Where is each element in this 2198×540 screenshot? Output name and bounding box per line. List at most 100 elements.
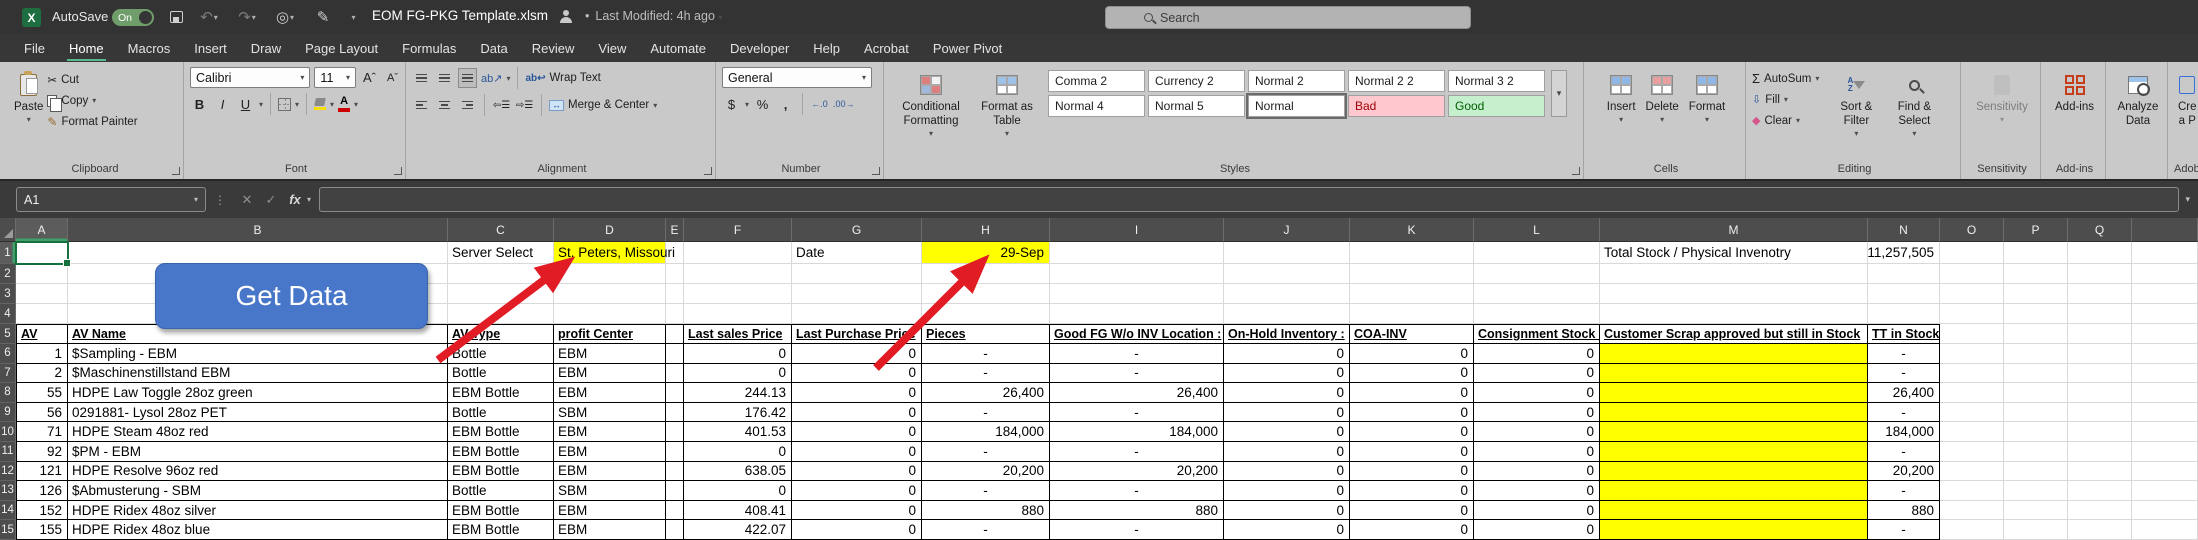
cell-E2[interactable] <box>666 264 684 284</box>
cell-M6[interactable] <box>1600 344 1868 364</box>
sort-filter-button[interactable]: AZ Sort & Filter▾ <box>1827 67 1885 140</box>
cell-H14[interactable]: 880 <box>922 501 1050 521</box>
cell-F6[interactable]: 0 <box>684 344 792 364</box>
cell-B9[interactable]: 0291881- Lysol 28oz PET <box>68 403 448 423</box>
font-dialog-launcher-icon[interactable] <box>394 167 402 175</box>
align-bottom-button[interactable] <box>458 68 477 88</box>
cell-D2[interactable] <box>554 264 666 284</box>
cell-L11[interactable]: 0 <box>1474 442 1600 462</box>
last-modified[interactable]: •Last Modified: 4h ago ▾ <box>585 9 722 23</box>
clipboard-dialog-launcher-icon[interactable] <box>172 167 180 175</box>
autosum-button[interactable]: ΣAutoSum▾ <box>1752 68 1819 89</box>
cell-L5[interactable]: Consignment Stock : <box>1474 324 1600 344</box>
cell-D4[interactable] <box>554 304 666 324</box>
wrap-text-button[interactable]: ab↩Wrap Text <box>525 68 600 89</box>
cell-F12[interactable]: 638.05 <box>684 462 792 482</box>
cell-L6[interactable]: 0 <box>1474 344 1600 364</box>
cell-B15[interactable]: HDPE Ridex 48oz blue <box>68 520 448 540</box>
cell-K14[interactable]: 0 <box>1350 501 1474 521</box>
cell-L13[interactable]: 0 <box>1474 481 1600 501</box>
cell-Q3[interactable] <box>2068 284 2132 304</box>
cell-X186[interactable] <box>2132 344 2198 364</box>
cell-K12[interactable]: 0 <box>1350 462 1474 482</box>
tab-formulas[interactable]: Formulas <box>390 34 468 62</box>
insert-cells-button[interactable]: Insert▾ <box>1603 67 1640 126</box>
copy-button[interactable]: Copy▾ <box>47 90 137 111</box>
sensitivity-button[interactable]: Sensitivity▾ <box>1972 67 2032 126</box>
tab-developer[interactable]: Developer <box>718 34 801 62</box>
format-as-table-button[interactable]: Format as Table▾ <box>972 67 1042 140</box>
cell-X188[interactable] <box>2132 383 2198 403</box>
cell-H15[interactable]: - <box>922 520 1050 540</box>
cell-B11[interactable]: $PM - EBM <box>68 442 448 462</box>
cell-K15[interactable]: 0 <box>1350 520 1474 540</box>
cell-O10[interactable] <box>1940 422 2004 442</box>
cell-F7[interactable]: 0 <box>684 364 792 384</box>
gallery-more-button[interactable]: ▾ <box>1551 70 1567 117</box>
cell-N2[interactable] <box>1868 264 1940 284</box>
cell-O2[interactable] <box>1940 264 2004 284</box>
cell-P9[interactable] <box>2004 403 2068 423</box>
cell-F13[interactable]: 0 <box>684 481 792 501</box>
fill-color-button[interactable] <box>314 98 326 111</box>
cell-J13[interactable]: 0 <box>1224 481 1350 501</box>
cell-A2[interactable] <box>16 264 68 284</box>
cell-L15[interactable]: 0 <box>1474 520 1600 540</box>
tab-macros[interactable]: Macros <box>116 34 183 62</box>
cell-E15[interactable] <box>666 520 684 540</box>
confirm-entry-button[interactable]: ✓ <box>259 192 283 208</box>
cell-E3[interactable] <box>666 284 684 304</box>
cell-M10[interactable] <box>1600 422 1868 442</box>
cell-X1815[interactable] <box>2132 520 2198 540</box>
cell-A14[interactable]: 152 <box>16 501 68 521</box>
row-header-8[interactable]: 8 <box>0 383 16 403</box>
row-header-5[interactable]: 5 <box>0 324 16 344</box>
cell-P13[interactable] <box>2004 481 2068 501</box>
row-header-12[interactable]: 12 <box>0 462 16 482</box>
cell-O7[interactable] <box>1940 364 2004 384</box>
cell-O12[interactable] <box>1940 462 2004 482</box>
cell-F11[interactable]: 0 <box>684 442 792 462</box>
cell-L12[interactable]: 0 <box>1474 462 1600 482</box>
cell-M9[interactable] <box>1600 403 1868 423</box>
cell-K8[interactable]: 0 <box>1350 383 1474 403</box>
align-top-button[interactable] <box>412 68 431 88</box>
borders-icon[interactable] <box>278 98 291 111</box>
cell-A12[interactable]: 121 <box>16 462 68 482</box>
tab-acrobat[interactable]: Acrobat <box>852 34 921 62</box>
analyze-data-button[interactable]: Analyze Data <box>2112 67 2164 131</box>
cell-H1[interactable]: 29-Sep <box>922 242 1050 264</box>
cell-G9[interactable]: 0 <box>792 403 922 423</box>
create-pdf-button[interactable]: Cre a P <box>2174 67 2198 131</box>
style-chip-normal-3-2[interactable]: Normal 3 2 <box>1448 70 1545 92</box>
column-header-m[interactable]: M <box>1600 218 1868 242</box>
number-format-select[interactable]: General▾ <box>722 67 872 88</box>
italic-button[interactable]: I <box>213 94 232 114</box>
cell-J10[interactable]: 0 <box>1224 422 1350 442</box>
cell-C13[interactable]: Bottle <box>448 481 554 501</box>
cell-Q7[interactable] <box>2068 364 2132 384</box>
cell-C15[interactable]: EBM Bottle <box>448 520 554 540</box>
cell-K7[interactable]: 0 <box>1350 364 1474 384</box>
underline-button[interactable]: U <box>236 94 255 114</box>
cell-P8[interactable] <box>2004 383 2068 403</box>
row-header-3[interactable]: 3 <box>0 284 16 304</box>
cell-B10[interactable]: HDPE Steam 48oz red <box>68 422 448 442</box>
cell-P4[interactable] <box>2004 304 2068 324</box>
column-header-e[interactable]: E <box>666 218 684 242</box>
cell-G6[interactable]: 0 <box>792 344 922 364</box>
style-chip-good[interactable]: Good <box>1448 95 1545 117</box>
cell-D9[interactable]: SBM <box>554 403 666 423</box>
column-header-q[interactable]: Q <box>2068 218 2132 242</box>
touch-mode-button[interactable]: ◎▾ <box>274 7 296 27</box>
cell-I2[interactable] <box>1050 264 1224 284</box>
cell-L8[interactable]: 0 <box>1474 383 1600 403</box>
cell-H11[interactable]: - <box>922 442 1050 462</box>
cancel-entry-button[interactable]: ✕ <box>235 192 259 208</box>
tab-power-pivot[interactable]: Power Pivot <box>921 34 1014 62</box>
cell-N9[interactable]: - <box>1868 403 1940 423</box>
conditional-formatting-button[interactable]: Conditional Formatting▾ <box>890 67 972 140</box>
cell-D11[interactable]: EBM <box>554 442 666 462</box>
cell-A13[interactable]: 126 <box>16 481 68 501</box>
cell-D5[interactable]: profit Center <box>554 324 666 344</box>
